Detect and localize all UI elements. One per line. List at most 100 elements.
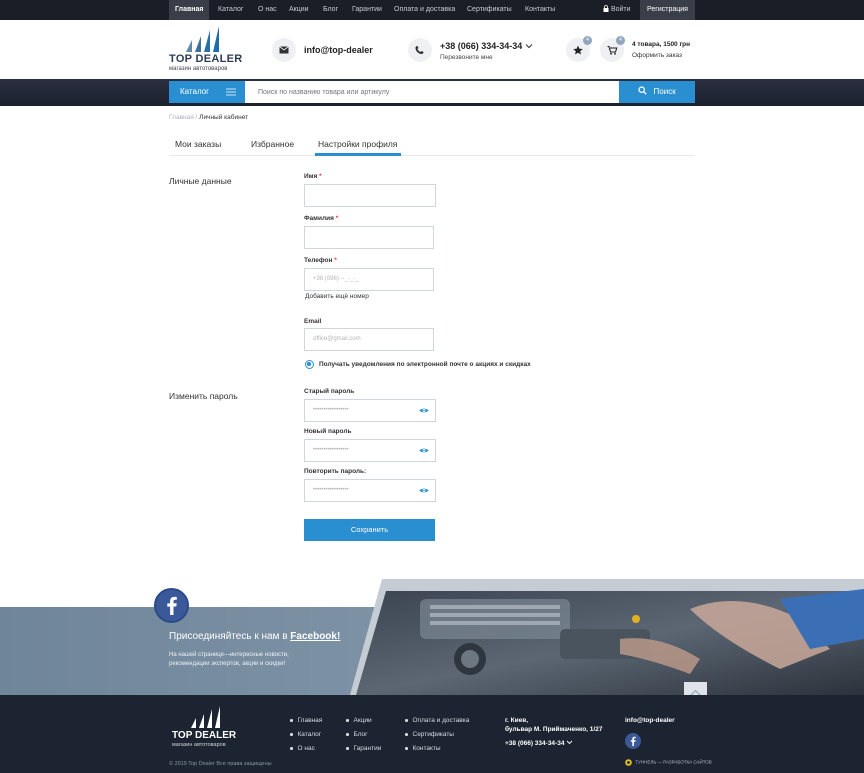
- footer-phone[interactable]: +38 (066) 334-34-34: [505, 740, 573, 747]
- new-password-label: Новый пароль: [304, 428, 352, 435]
- topnav-about[interactable]: О нас: [258, 0, 277, 20]
- mail-icon: [272, 38, 296, 62]
- old-password-label: Старый пароль: [304, 388, 355, 395]
- email-label: Email: [304, 318, 322, 325]
- footer-link-delivery[interactable]: Оплата и доставка: [405, 717, 469, 724]
- tab-orders[interactable]: Мои заказы: [175, 139, 221, 149]
- header: TOP DEALER магазин автотоваров info@top-…: [0, 20, 864, 79]
- logo-icon: [191, 706, 220, 728]
- footer-link-blog[interactable]: Блог: [346, 731, 368, 738]
- login-link[interactable]: Войти: [603, 0, 631, 20]
- logo-tagline: магазин автотоваров: [169, 66, 228, 72]
- topnav-promotions[interactable]: Акции: [289, 0, 309, 20]
- footer-address: бульвар М. Приймаченко, 1/27: [505, 726, 603, 733]
- footer-link-contacts[interactable]: Контакты: [405, 745, 441, 752]
- old-password-mask: •••••••••••••••••: [313, 407, 349, 413]
- topnav-delivery[interactable]: Оплата и доставка: [394, 0, 455, 20]
- notifications-radio[interactable]: [305, 360, 314, 369]
- eye-icon[interactable]: [419, 447, 429, 454]
- phone-input[interactable]: +38 (096) --_-_-_: [304, 268, 434, 291]
- first-name-input[interactable]: [304, 184, 436, 207]
- login-label: Войти: [610, 6, 631, 13]
- footer-link-label: Сертификаты: [412, 731, 454, 738]
- promo-text-line-1: На нашей странице—интересные новости,: [169, 652, 289, 658]
- eye-icon[interactable]: [419, 487, 429, 494]
- active-tab-indicator: [315, 153, 401, 156]
- logo-icon: [186, 26, 219, 52]
- developer-credit-text: ТУННЕЛЬ — РАЗРАБОТКА САЙТОВ: [635, 759, 712, 765]
- header-email[interactable]: info@top-dealer: [304, 45, 373, 55]
- footer-link-label: О нас: [297, 745, 315, 752]
- facebook-link[interactable]: Facebook!: [290, 631, 340, 642]
- topnav-contacts[interactable]: Контакты: [525, 0, 555, 20]
- chevron-up-icon: [690, 689, 701, 695]
- new-password-mask: •••••••••••••••••: [313, 447, 349, 453]
- old-password-input[interactable]: •••••••••••••••••: [304, 399, 436, 422]
- footer-facebook-icon[interactable]: [625, 733, 641, 749]
- checkout-link[interactable]: Оформить заказ: [632, 52, 682, 59]
- required-mark: *: [335, 215, 339, 222]
- footer-link-about[interactable]: О нас: [290, 745, 315, 752]
- scroll-to-top-button[interactable]: [684, 682, 707, 695]
- topnav-blog[interactable]: Блог: [323, 0, 338, 20]
- search-button[interactable]: Поиск: [619, 81, 695, 103]
- tab-favorites[interactable]: Избранное: [251, 139, 294, 149]
- search-button-label: Поиск: [653, 87, 676, 96]
- header-phone[interactable]: +38 (066) 334-34-34: [440, 41, 533, 51]
- phone-label-text: Телефон: [304, 257, 333, 264]
- footer-link-label: Оплата и доставка: [412, 717, 470, 724]
- last-name-label-text: Фамилия: [304, 215, 334, 222]
- new-password-input[interactable]: •••••••••••••••••: [304, 439, 436, 462]
- change-password-title: Изменить пароль: [169, 391, 238, 401]
- footer-link-label: Гарантии: [353, 745, 382, 752]
- required-mark: *: [334, 257, 337, 264]
- footer-email[interactable]: info@top-dealer: [625, 717, 675, 724]
- footer-logo-tagline: магазин автотоваров: [172, 742, 226, 748]
- footer-link-certificates[interactable]: Сертификаты: [405, 731, 454, 738]
- eye-icon[interactable]: [419, 407, 429, 414]
- required-mark: *: [319, 173, 322, 180]
- save-button[interactable]: Сохранить: [304, 519, 435, 541]
- favorites-count-badge: 4: [583, 36, 592, 45]
- footer-logo-name: TOP DEALER: [172, 730, 237, 741]
- top-navigation: Главная Каталог О нас Акции Блог Гаранти…: [0, 0, 864, 20]
- footer-link-label: Каталог: [297, 731, 322, 738]
- footer-link-warranty[interactable]: Гарантии: [346, 745, 381, 752]
- hamburger-icon: [226, 88, 236, 96]
- footer-link-label: Акции: [353, 717, 372, 724]
- chevron-down-icon: [566, 740, 573, 745]
- topnav-home[interactable]: Главная: [169, 0, 210, 20]
- footer-link-label: Контакты: [412, 745, 441, 752]
- footer-link-promotions[interactable]: Акции: [346, 717, 372, 724]
- footer-link-home[interactable]: Главная: [290, 717, 322, 724]
- register-button[interactable]: Регистрация: [640, 0, 695, 20]
- search-input[interactable]: [245, 81, 619, 103]
- topnav-catalog[interactable]: Каталог: [218, 0, 243, 20]
- breadcrumb-home[interactable]: Главная: [169, 114, 194, 121]
- facebook-icon[interactable]: [154, 588, 189, 623]
- topnav-certificates[interactable]: Сертификаты: [467, 0, 512, 20]
- footer-link-label: Блог: [353, 731, 368, 738]
- cart-summary: 4 товара, 1500 грн: [632, 41, 691, 48]
- footer: TOP DEALER магазин автотоваров Главная К…: [0, 695, 864, 773]
- last-name-input[interactable]: [304, 226, 434, 249]
- header-phone-number: +38 (066) 334-34-34: [440, 41, 523, 51]
- add-phone-link[interactable]: Добавить ещё номер: [305, 293, 369, 300]
- callback-link[interactable]: Перезвоните мне: [440, 54, 493, 61]
- breadcrumb-current: Личный кабинет: [199, 114, 249, 121]
- engine-photo: [0, 579, 864, 695]
- promo-title-text: Присоединяйтесь к нам в: [169, 631, 291, 642]
- email-input[interactable]: office@gmail.com: [304, 328, 434, 351]
- tabs-divider: [169, 155, 695, 156]
- footer-link-catalog[interactable]: Каталог: [290, 731, 321, 738]
- facebook-promo-banner: Присоединяйтесь к нам в Facebook! На наш…: [0, 579, 864, 695]
- copyright: © 2019 Top Dealer Все права защищены: [169, 761, 272, 767]
- topnav-warranty[interactable]: Гарантии: [352, 0, 382, 20]
- developer-credit[interactable]: ТУННЕЛЬ — РАЗРАБОТКА САЙТОВ: [625, 759, 712, 766]
- cart-count-badge: 4: [616, 36, 625, 45]
- last-name-label: Фамилия *: [304, 215, 338, 222]
- catalog-menu-button[interactable]: Каталог: [169, 81, 245, 103]
- tab-profile-settings[interactable]: Настройки профиля: [318, 139, 397, 149]
- repeat-password-input[interactable]: •••••••••••••••••: [304, 479, 436, 502]
- repeat-password-label: Повторить пароль:: [304, 468, 367, 475]
